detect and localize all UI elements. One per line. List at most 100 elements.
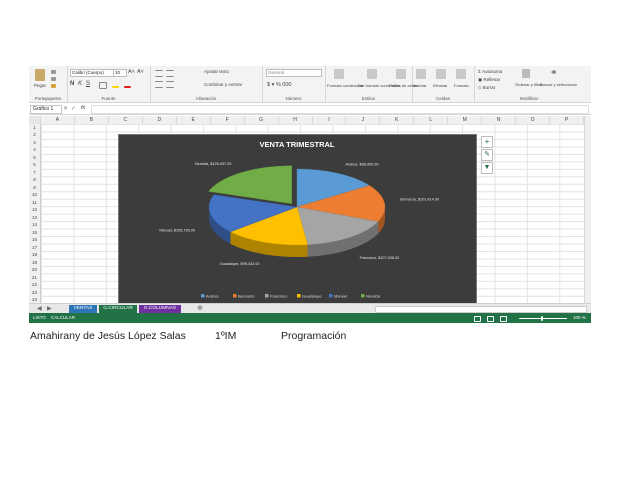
row-header-16[interactable]: 16 bbox=[29, 236, 40, 244]
paste-button[interactable]: Pegar bbox=[34, 83, 46, 88]
underline-icon[interactable]: S bbox=[86, 81, 90, 87]
number-format-select[interactable]: General bbox=[266, 69, 322, 77]
wrap-text-button[interactable]: Ajustar texto bbox=[204, 69, 229, 74]
currency-icon[interactable]: $ ▾ % 000 bbox=[267, 82, 291, 88]
column-header-f[interactable]: F bbox=[211, 116, 245, 124]
column-header-p[interactable]: P bbox=[550, 116, 584, 124]
column-header-d[interactable]: D bbox=[143, 116, 177, 124]
fill-color-icon[interactable] bbox=[112, 86, 119, 88]
column-header-g[interactable]: G bbox=[245, 116, 279, 124]
row-header-5[interactable]: 5 bbox=[29, 154, 40, 162]
grow-font-icon[interactable]: A˄ bbox=[128, 69, 135, 75]
tab-g-circular[interactable]: G.CIRCULAR bbox=[99, 305, 137, 313]
row-header-15[interactable]: 15 bbox=[29, 229, 40, 237]
align-left-icon[interactable] bbox=[155, 81, 163, 88]
format-table-icon[interactable] bbox=[367, 69, 377, 79]
data-label-bernardo[interactable]: Bernardo, $101,414.00 bbox=[400, 197, 439, 201]
align-middle-icon[interactable] bbox=[166, 70, 174, 77]
row-header-22[interactable]: 22 bbox=[29, 281, 40, 289]
enter-icon[interactable]: ✓ bbox=[71, 105, 76, 112]
insert-button[interactable]: Insertar bbox=[413, 83, 427, 88]
column-header-m[interactable]: M bbox=[448, 116, 483, 124]
column-header-o[interactable]: O bbox=[516, 116, 551, 124]
zoom-slider[interactable] bbox=[519, 318, 567, 319]
data-label-andres[interactable]: Andres, $98,400.00 bbox=[345, 162, 378, 166]
formula-input[interactable] bbox=[91, 105, 589, 114]
chart-elements-button[interactable]: + bbox=[481, 136, 493, 148]
row-header-19[interactable]: 19 bbox=[29, 259, 40, 267]
fx-icon[interactable]: fx bbox=[81, 105, 85, 111]
tab-g-columnas[interactable]: G.COLUMNAS bbox=[139, 305, 181, 313]
data-label-francisco[interactable]: Francisco, $107,038.00 bbox=[360, 256, 400, 260]
row-header-6[interactable]: 6 bbox=[29, 161, 40, 169]
font-name-select[interactable]: Calibri (Cuerpo) bbox=[70, 69, 114, 77]
row-header-14[interactable]: 14 bbox=[29, 221, 40, 229]
paste-icon[interactable] bbox=[35, 69, 45, 81]
vertical-scrollbar[interactable] bbox=[584, 116, 591, 303]
data-label-nereida[interactable]: Nereida, $126,057.20 bbox=[195, 162, 232, 166]
row-header-11[interactable]: 11 bbox=[29, 199, 40, 207]
find-select-button[interactable]: Buscar y seleccionar bbox=[540, 82, 577, 87]
sort-filter-button[interactable]: Ordenar y filtrar bbox=[515, 82, 543, 87]
clear-button[interactable]: ◇ Borrar bbox=[478, 85, 495, 91]
tab-prev-icon[interactable]: ◀ bbox=[37, 305, 42, 312]
column-header-i[interactable]: I bbox=[313, 116, 347, 124]
add-sheet-icon[interactable]: ⊕ bbox=[197, 304, 203, 312]
horizontal-scrollbar[interactable] bbox=[375, 306, 587, 313]
cancel-icon[interactable]: ✕ bbox=[63, 105, 68, 112]
row-header-10[interactable]: 10 bbox=[29, 191, 40, 199]
sort-filter-icon[interactable] bbox=[522, 69, 530, 78]
row-header-17[interactable]: 17 bbox=[29, 244, 40, 252]
page-break-icon[interactable] bbox=[500, 316, 507, 322]
row-header-20[interactable]: 20 bbox=[29, 266, 40, 274]
bold-icon[interactable]: N bbox=[70, 81, 74, 87]
row-header-2[interactable]: 2 bbox=[29, 131, 40, 139]
format-icon[interactable] bbox=[456, 69, 466, 79]
row-header-7[interactable]: 7 bbox=[29, 169, 40, 177]
chart-filter-icon[interactable]: ▼ bbox=[481, 162, 493, 174]
column-header-n[interactable]: N bbox=[482, 116, 517, 124]
copy-icon[interactable] bbox=[51, 77, 56, 81]
column-header-h[interactable]: H bbox=[279, 116, 313, 124]
zoom-slider-thumb[interactable] bbox=[541, 316, 543, 321]
column-header-j[interactable]: J bbox=[346, 116, 381, 124]
cut-icon[interactable] bbox=[51, 70, 56, 74]
merge-center-button[interactable]: Combinar y centrar bbox=[204, 82, 242, 87]
align-center-icon[interactable] bbox=[166, 81, 174, 88]
name-box[interactable]: Gráfico 1 bbox=[30, 105, 62, 114]
column-header-l[interactable]: L bbox=[414, 116, 449, 124]
row-header-3[interactable]: 3 bbox=[29, 139, 40, 147]
format-button[interactable]: Formato bbox=[454, 83, 469, 88]
column-header-b[interactable]: B bbox=[75, 116, 109, 124]
data-label-guadalupe[interactable]: Guadalupe, $99,432.00 bbox=[220, 262, 260, 266]
shrink-font-icon[interactable]: A˅ bbox=[137, 69, 144, 75]
binoculars-icon[interactable]: ⚭ bbox=[550, 67, 558, 78]
cell-styles-icon[interactable] bbox=[396, 69, 406, 79]
row-header-4[interactable]: 4 bbox=[29, 146, 40, 154]
conditional-format-icon[interactable] bbox=[334, 69, 344, 79]
row-header-1[interactable]: 1 bbox=[29, 124, 40, 132]
page-layout-icon[interactable] bbox=[487, 316, 494, 322]
row-header-8[interactable]: 8 bbox=[29, 176, 40, 184]
delete-icon[interactable] bbox=[436, 69, 446, 79]
column-header-e[interactable]: E bbox=[177, 116, 211, 124]
column-header-c[interactable]: C bbox=[109, 116, 143, 124]
chart-styles-brush-icon[interactable]: ✎ bbox=[481, 149, 493, 161]
column-header-k[interactable]: K bbox=[380, 116, 415, 124]
row-header-13[interactable]: 13 bbox=[29, 214, 40, 222]
align-top-icon[interactable] bbox=[155, 70, 163, 77]
insert-icon[interactable] bbox=[416, 69, 426, 79]
select-all-corner[interactable] bbox=[29, 116, 41, 124]
format-painter-icon[interactable] bbox=[51, 84, 56, 88]
fill-button[interactable]: ▣ Rellenar bbox=[478, 77, 500, 83]
pie-chart[interactable]: VENTA TRIMESTRAL Andres, $98,400.00 Berna… bbox=[118, 134, 477, 308]
italic-icon[interactable]: K bbox=[78, 81, 82, 87]
font-color-icon[interactable] bbox=[124, 86, 131, 88]
borders-icon[interactable] bbox=[99, 82, 107, 89]
tab-ventas[interactable]: VENTAS bbox=[69, 305, 97, 313]
row-header-21[interactable]: 21 bbox=[29, 274, 40, 282]
normal-view-icon[interactable] bbox=[474, 316, 481, 322]
row-header-9[interactable]: 9 bbox=[29, 184, 40, 192]
row-header-18[interactable]: 18 bbox=[29, 251, 40, 259]
row-header-23[interactable]: 23 bbox=[29, 289, 40, 297]
